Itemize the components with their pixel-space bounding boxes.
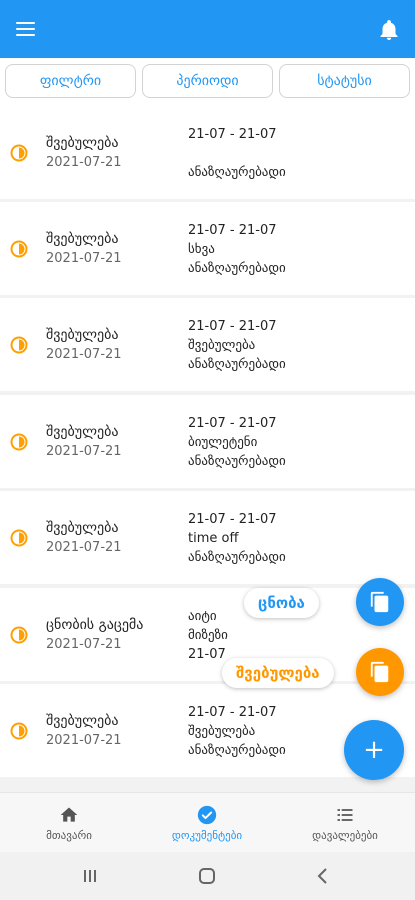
- item-title: შვებულება: [46, 231, 119, 247]
- nav-home-label: მთავარი: [46, 829, 92, 842]
- certificate-fab[interactable]: [356, 578, 404, 626]
- filter-bar: ფილტრი პერიოდი სტატუსი: [0, 62, 415, 102]
- recent-apps-icon[interactable]: [78, 864, 102, 888]
- copy-document-icon: [370, 591, 389, 613]
- nav-tasks[interactable]: დავალებები: [276, 793, 414, 853]
- item-date: 2021-07-21: [46, 733, 122, 748]
- item-reason: time off: [188, 531, 239, 546]
- period-button[interactable]: პერიოდი: [142, 64, 273, 98]
- item-range: 21-07 - 21-07: [188, 127, 277, 142]
- bell-icon[interactable]: [377, 18, 401, 42]
- item-status: ანაზღაურებადი: [188, 261, 286, 276]
- item-date: 2021-07-21: [46, 540, 122, 555]
- pending-status-icon: [10, 722, 28, 740]
- item-range: 21-07 - 21-07: [188, 319, 277, 334]
- nav-home[interactable]: მთავარი: [0, 793, 138, 853]
- certificate-fab-label[interactable]: ცნობა: [244, 588, 319, 618]
- app-bar: [0, 0, 415, 58]
- item-date: 2021-07-21: [46, 637, 122, 652]
- item-status: ანაზღაურებადი: [188, 454, 286, 469]
- list-item[interactable]: შვებულება 2021-07-21 21-07 - 21-07 ბიულე…: [0, 395, 415, 488]
- item-reason: შვებულება: [188, 724, 256, 739]
- bottom-navigation: მთავარი დოკუმენტები დავალებები: [0, 792, 415, 852]
- nav-tasks-label: დავალებები: [312, 829, 378, 842]
- list-icon: [337, 809, 353, 821]
- item-date: 2021-07-21: [46, 347, 122, 362]
- add-fab[interactable]: +: [344, 720, 404, 780]
- pending-status-icon: [10, 626, 28, 644]
- item-date: 2021-07-21: [46, 155, 122, 170]
- item-title: შვებულება: [46, 424, 119, 440]
- item-title: შვებულება: [46, 135, 119, 151]
- home-icon: [60, 807, 78, 822]
- pending-status-icon: [10, 336, 28, 354]
- list-item[interactable]: შვებულება 2021-07-21 21-07 - 21-07 time …: [0, 491, 415, 584]
- item-title: შვებულება: [46, 327, 119, 343]
- item-title: შვებულება: [46, 520, 119, 536]
- list-item[interactable]: ცნობის გაცემა 2021-07-21 აიტი მიზეზი 21-…: [0, 588, 415, 681]
- status-button[interactable]: სტატუსი: [279, 64, 410, 98]
- pending-status-icon: [10, 144, 28, 162]
- item-reason: სხვა: [188, 242, 215, 257]
- back-icon[interactable]: [311, 864, 335, 888]
- request-list: შვებულება 2021-07-21 21-07 - 21-07 ანაზღ…: [0, 106, 415, 792]
- plus-icon: +: [363, 735, 385, 765]
- list-item[interactable]: შვებულება 2021-07-21 21-07 - 21-07 სხვა …: [0, 202, 415, 295]
- pending-status-icon: [10, 529, 28, 547]
- item-range: 21-07 - 21-07: [188, 223, 277, 238]
- filter-button[interactable]: ფილტრი: [5, 64, 136, 98]
- menu-icon[interactable]: [12, 15, 40, 43]
- item-status: ანაზღაურებადი: [188, 743, 286, 758]
- item-status: 21-07: [188, 647, 226, 662]
- copy-document-icon: [370, 661, 389, 683]
- nav-documents-label: დოკუმენტები: [171, 829, 243, 842]
- item-status: ანაზღაურებადი: [188, 550, 286, 565]
- leave-fab-label[interactable]: შვებულება: [222, 658, 334, 688]
- item-range: აიტი: [188, 609, 217, 624]
- nav-documents[interactable]: დოკუმენტები: [138, 793, 276, 853]
- item-reason: მიზეზი: [188, 628, 228, 643]
- pending-status-icon: [10, 240, 28, 258]
- item-title: შვებულება: [46, 713, 119, 729]
- check-circle-icon: [197, 805, 217, 825]
- item-reason: შვებულება: [188, 338, 256, 353]
- home-button-icon[interactable]: [195, 864, 219, 888]
- item-status: ანაზღაურებადი: [188, 357, 286, 372]
- system-nav-bar: [0, 852, 415, 900]
- item-date: 2021-07-21: [46, 251, 122, 266]
- leave-fab[interactable]: [356, 648, 404, 696]
- item-status: ანაზღაურებადი: [188, 165, 286, 180]
- item-date: 2021-07-21: [46, 444, 122, 459]
- item-reason: ბიულეტენი: [188, 435, 258, 450]
- item-title: ცნობის გაცემა: [46, 617, 144, 633]
- pending-status-icon: [10, 433, 28, 451]
- list-item[interactable]: შვებულება 2021-07-21 21-07 - 21-07 შვებუ…: [0, 298, 415, 391]
- item-range: 21-07 - 21-07: [188, 512, 277, 527]
- item-range: 21-07 - 21-07: [188, 705, 277, 720]
- list-item[interactable]: შვებულება 2021-07-21 21-07 - 21-07 ანაზღ…: [0, 106, 415, 199]
- item-range: 21-07 - 21-07: [188, 416, 277, 431]
